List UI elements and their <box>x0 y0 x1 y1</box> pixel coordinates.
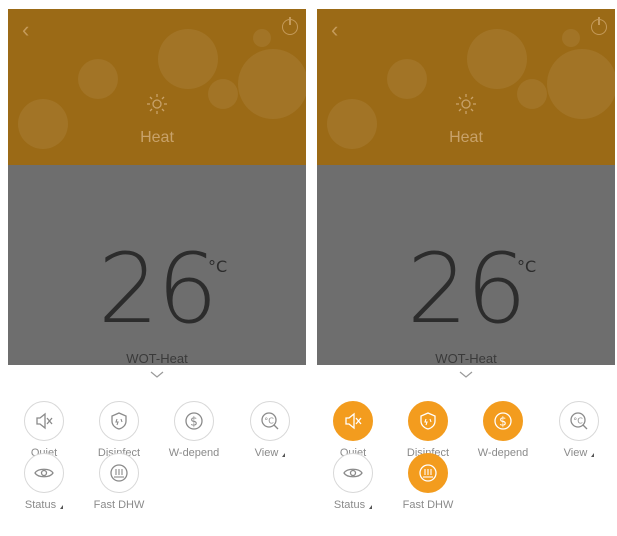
w-depend-label: W-depend <box>477 447 529 459</box>
fast-dhw-label: Fast DHW <box>402 499 454 511</box>
back-icon[interactable]: ‹ <box>22 19 29 41</box>
mode-header: ‹ Heat <box>8 9 306 165</box>
quiet-button[interactable]: Quiet <box>323 401 383 459</box>
eye-icon[interactable] <box>333 453 373 493</box>
phone-screen-right: ‹ Heat 26 °C WOT-Heat Quiet Disinfect $ W-d… <box>317 9 615 536</box>
back-icon[interactable]: ‹ <box>331 19 338 41</box>
sun-icon <box>456 94 476 114</box>
shield-icon[interactable] <box>408 401 448 441</box>
eye-icon[interactable] <box>24 453 64 493</box>
disinfect-button[interactable]: Disinfect <box>89 401 149 459</box>
quiet-button[interactable]: Quiet <box>14 401 74 459</box>
chevron-down-icon[interactable] <box>150 371 164 379</box>
caret-icon <box>369 505 373 509</box>
mode-header: ‹ Heat <box>317 9 615 165</box>
svg-text:°C: °C <box>573 417 583 426</box>
w-depend-button[interactable]: $ W-depend <box>473 401 533 459</box>
mode-label: Heat <box>449 129 483 146</box>
sun-icon <box>147 94 167 114</box>
caret-icon <box>60 505 64 509</box>
shield-icon[interactable] <box>99 401 139 441</box>
fast-dhw-icon[interactable] <box>99 453 139 493</box>
w-depend-label: W-depend <box>168 447 220 459</box>
dollar-icon[interactable]: $ <box>483 401 523 441</box>
mode-label: Heat <box>140 129 174 146</box>
power-icon[interactable] <box>282 17 298 35</box>
view-label: View <box>240 447 300 459</box>
fast-dhw-button[interactable]: Fast DHW <box>398 453 458 511</box>
view-button[interactable]: °C View <box>549 401 609 459</box>
submode-label: WOT-Heat <box>435 351 497 366</box>
status-button[interactable]: Status <box>14 453 74 511</box>
caret-icon <box>282 453 286 457</box>
status-label: Status <box>323 499 383 511</box>
phone-screen-left: ‹ Heat 26 °C WOT-Heat Quiet Disinfect $ W-d… <box>8 9 306 536</box>
mute-icon[interactable] <box>24 401 64 441</box>
view-label: View <box>549 447 609 459</box>
dollar-icon[interactable]: $ <box>174 401 214 441</box>
temperature-value: 26 <box>406 233 527 345</box>
fast-dhw-button[interactable]: Fast DHW <box>89 453 149 511</box>
view-button[interactable]: °C View <box>240 401 300 459</box>
disinfect-button[interactable]: Disinfect <box>398 401 458 459</box>
temperature-value: 26 <box>97 233 218 345</box>
svg-text:°C: °C <box>264 417 274 426</box>
mute-icon[interactable] <box>333 401 373 441</box>
thermometer-view-icon[interactable]: °C <box>559 401 599 441</box>
function-panel: Quiet Disinfect $ W-depend °C View Status Fast … <box>8 365 306 536</box>
function-panel: Quiet Disinfect $ W-depend °C View Status Fast … <box>317 365 615 536</box>
caret-icon <box>591 453 595 457</box>
svg-text:$: $ <box>499 415 507 429</box>
w-depend-button[interactable]: $ W-depend <box>164 401 224 459</box>
chevron-down-icon[interactable] <box>459 371 473 379</box>
status-button[interactable]: Status <box>323 453 383 511</box>
submode-label: WOT-Heat <box>126 351 188 366</box>
thermometer-view-icon[interactable]: °C <box>250 401 290 441</box>
fast-dhw-icon[interactable] <box>408 453 448 493</box>
power-icon[interactable] <box>591 17 607 35</box>
temperature-unit: °C <box>208 257 228 276</box>
fast-dhw-label: Fast DHW <box>93 499 145 511</box>
status-label: Status <box>14 499 74 511</box>
svg-text:$: $ <box>190 415 198 429</box>
temperature-unit: °C <box>517 257 537 276</box>
